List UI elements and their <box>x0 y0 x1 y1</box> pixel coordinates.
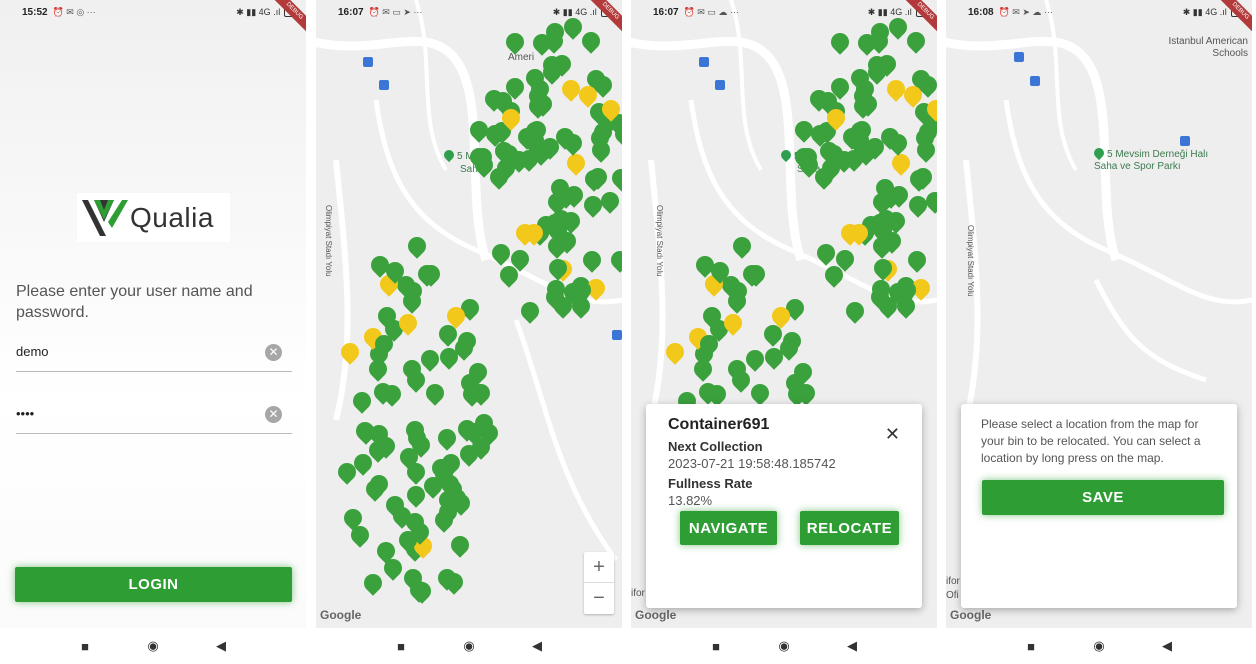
container-popup: Container691 ✕ Next Collection 2023-07-2… <box>646 404 922 608</box>
status-time: 16:07 <box>653 6 679 18</box>
home-icon[interactable]: ◉ <box>145 638 161 654</box>
road-label: Olimpiyat Stadı Yolu <box>324 205 333 277</box>
zoom-in-button[interactable]: + <box>584 552 614 583</box>
place-pin-icon <box>1091 145 1107 161</box>
bus-stop-icon <box>699 57 709 67</box>
bus-stop-icon <box>1014 52 1024 62</box>
bus-stop-icon <box>379 80 389 90</box>
place-pin-icon <box>441 147 457 163</box>
status-bar: 16:07 ⏰ ✉ ▭ ➤ ··· ✱ ▮▮ 4G .ıl 11 <box>316 0 622 24</box>
android-nav-bar: ■ ◉ ◀ <box>946 628 1252 664</box>
map-view[interactable]: Olimpiyat Stadı Yolu 5 M Saha Ameri Goog… <box>316 0 622 628</box>
recent-apps-icon[interactable]: ■ <box>1023 639 1039 654</box>
notification-icons: ⏰ ✉ ➤ ☁ ··· <box>998 6 1053 17</box>
edge-text: ifor <box>946 576 960 587</box>
school-label: Ameri <box>508 52 535 63</box>
container-title: Container691 <box>668 416 770 433</box>
google-logo: Google <box>950 608 992 622</box>
relocate-button[interactable]: RELOCATE <box>800 511 899 545</box>
status-time: 15:52 <box>22 6 48 18</box>
username-input[interactable] <box>16 344 256 359</box>
screenshot-strip: 15:52 ⏰ ✉ ◎ ··· ✱ ▮▮ 4G .ıl 10 DEBUG Qua… <box>0 0 1256 664</box>
qualia-logo-mark-icon <box>82 199 128 236</box>
back-icon[interactable]: ◀ <box>529 638 545 654</box>
home-icon[interactable]: ◉ <box>1091 638 1107 654</box>
login-prompt: Please enter your user name and password… <box>16 283 253 321</box>
login-screen: 15:52 ⏰ ✉ ◎ ··· ✱ ▮▮ 4G .ıl 10 DEBUG Qua… <box>0 0 306 664</box>
bus-stop-icon <box>363 57 373 67</box>
clear-password-icon[interactable]: ✕ <box>265 406 282 423</box>
password-input[interactable] <box>16 406 256 421</box>
home-icon[interactable]: ◉ <box>776 638 792 654</box>
road-label: Olimpiyat Stadı Yolu <box>966 225 975 297</box>
signal-icons: ✱ ▮▮ 4G .ıl <box>867 6 912 17</box>
edge-text-2: Ofi <box>946 590 959 601</box>
place-label: 5 Mevsim Derneği Halı Saha ve Spor Parkı <box>1091 145 1224 173</box>
status-time: 16:07 <box>338 6 364 18</box>
next-collection-value: 2023-07-21 19:58:48.185742 <box>668 456 836 471</box>
android-nav-bar: ■ ◉ ◀ <box>316 628 622 664</box>
qualia-logo: Qualia <box>77 193 230 242</box>
signal-icons: ✱ ▮▮ 4G .ıl <box>1182 6 1227 17</box>
android-nav-bar: ■ ◉ ◀ <box>0 628 306 664</box>
place-pin-icon <box>778 147 794 163</box>
back-icon[interactable]: ◀ <box>1159 638 1175 654</box>
signal-icons: ✱ ▮▮ 4G .ıl <box>236 6 281 17</box>
recent-apps-icon[interactable]: ■ <box>393 639 409 654</box>
next-collection-label: Next Collection <box>668 439 763 454</box>
recent-apps-icon[interactable]: ■ <box>708 639 724 654</box>
password-field[interactable]: ✕ <box>16 398 292 434</box>
recent-apps-icon[interactable]: ■ <box>77 639 93 654</box>
save-button[interactable]: SAVE <box>982 480 1224 515</box>
status-time: 16:08 <box>968 6 994 18</box>
home-icon[interactable]: ◉ <box>461 638 477 654</box>
fullness-value: 13.82% <box>668 493 713 508</box>
back-icon[interactable]: ◀ <box>213 638 229 654</box>
map-screen: Olimpiyat Stadı Yolu 5 M Saha Ameri Goog… <box>316 0 622 664</box>
google-logo: Google <box>635 608 677 622</box>
notification-icons: ⏰ ✉ ◎ ··· <box>52 6 96 17</box>
bus-stop-icon <box>1030 76 1040 86</box>
school-label: Istanbul American Schools <box>1168 36 1249 59</box>
zoom-out-button[interactable]: − <box>584 583 614 614</box>
status-bar: 15:52 ⏰ ✉ ◎ ··· ✱ ▮▮ 4G .ıl 10 <box>0 0 306 24</box>
bus-stop-icon <box>612 330 622 340</box>
relocate-panel: Please select a location from the map fo… <box>961 404 1237 608</box>
close-icon[interactable]: ✕ <box>885 424 900 445</box>
notification-icons: ⏰ ✉ ▭ ➤ ··· <box>368 6 423 17</box>
status-bar: 16:08 ⏰ ✉ ➤ ☁ ··· ✱ ▮▮ 4G .ıl 11 <box>946 0 1252 24</box>
place-name: 5 Mevsim Derneği Halı Saha ve Spor Parkı <box>1094 149 1209 172</box>
clear-username-icon[interactable]: ✕ <box>265 344 282 361</box>
username-field[interactable]: ✕ <box>16 336 292 372</box>
status-bar: 16:07 ⏰ ✉ ▭ ☁ ··· ✱ ▮▮ 4G .ıl 11 <box>631 0 937 24</box>
relocate-instructions: Please select a location from the map fo… <box>981 417 1201 465</box>
login-button[interactable]: LOGIN <box>15 567 292 602</box>
android-nav-bar: ■ ◉ ◀ <box>631 628 937 664</box>
logo-text: Qualia <box>130 201 214 233</box>
fullness-label: Fullness Rate <box>668 476 753 491</box>
zoom-controls: + − <box>584 552 614 614</box>
google-logo: Google <box>320 608 362 622</box>
edge-text: ifor <box>631 588 645 599</box>
back-icon[interactable]: ◀ <box>844 638 860 654</box>
bus-stop-icon <box>1180 136 1190 146</box>
notification-icons: ⏰ ✉ ▭ ☁ ··· <box>683 6 739 17</box>
navigate-button[interactable]: NAVIGATE <box>680 511 777 545</box>
signal-icons: ✱ ▮▮ 4G .ıl <box>552 6 597 17</box>
road-label: Olimpiyat Stadı Yolu <box>655 205 664 277</box>
bus-stop-icon <box>715 80 725 90</box>
